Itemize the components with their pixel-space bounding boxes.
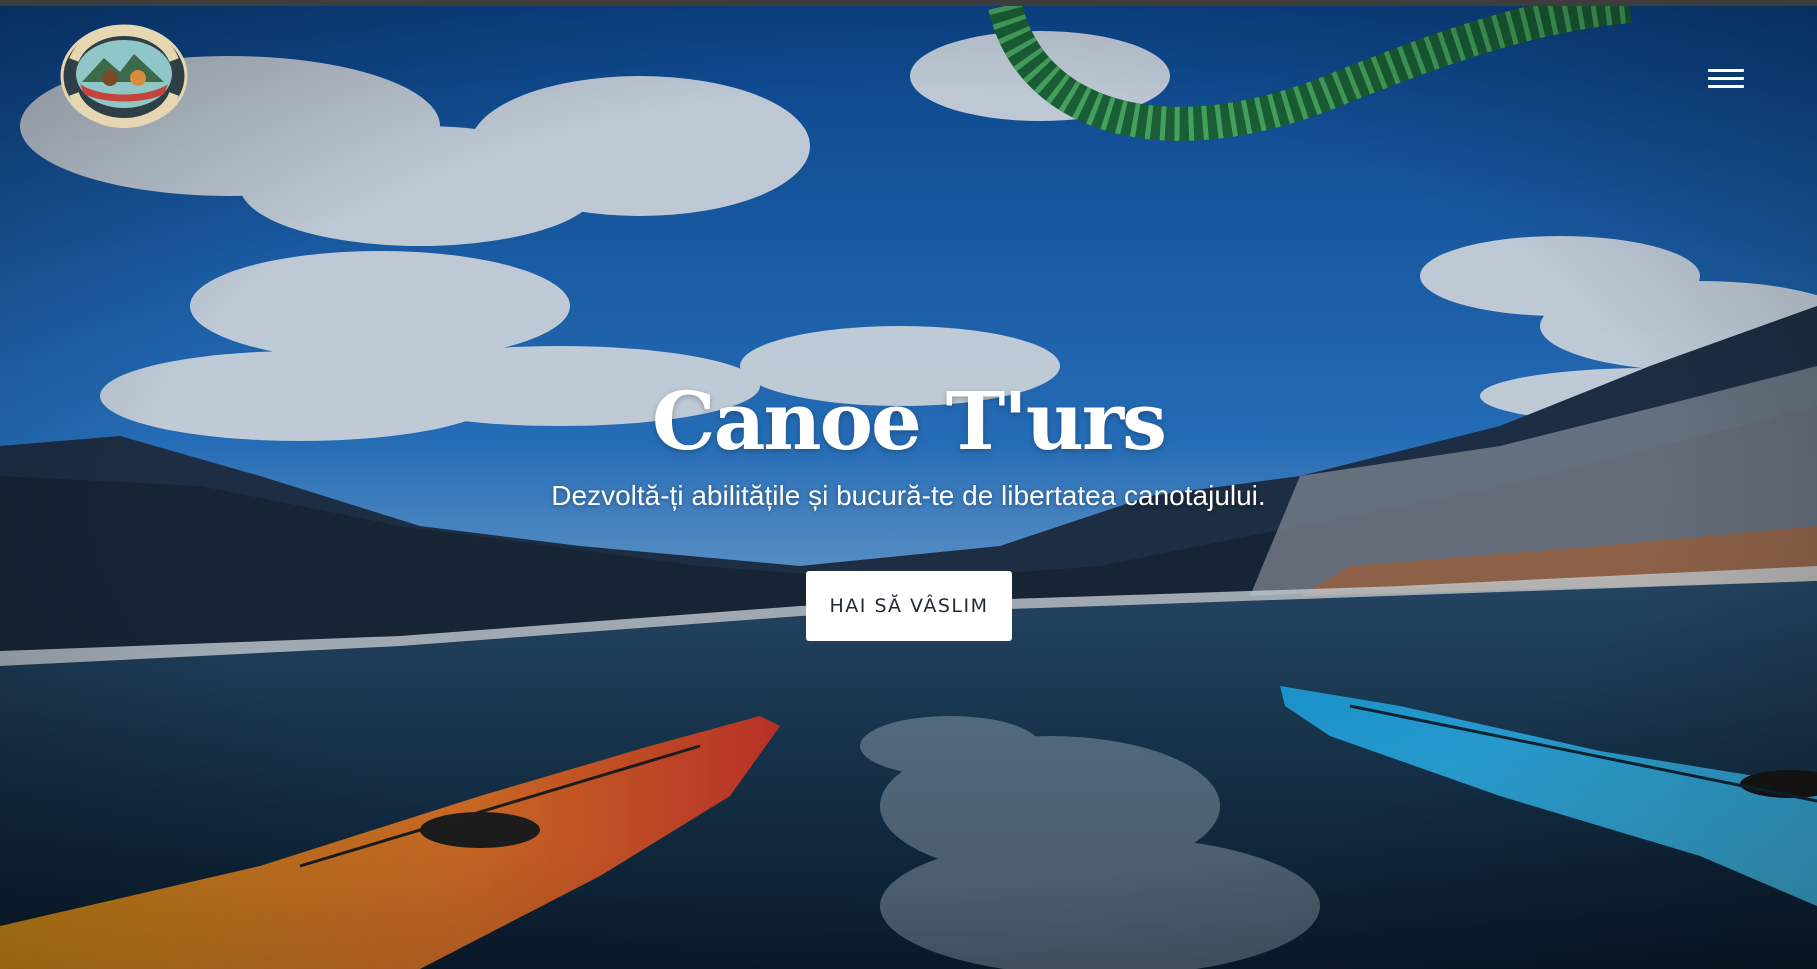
hero-subtitle: Dezvoltă-ți abilitățile și bucură-te de … bbox=[551, 480, 1266, 511]
hamburger-menu-icon-line bbox=[1708, 85, 1744, 88]
canoe-turs-logo[interactable] bbox=[60, 24, 188, 128]
page-title: Canoe T'urs bbox=[651, 374, 1167, 468]
hamburger-menu-icon-line bbox=[1708, 77, 1744, 80]
top-bar bbox=[0, 0, 1817, 6]
lets-paddle-button[interactable]: HAI SĂ VÂSLIM bbox=[806, 571, 1012, 641]
hero-section: Canoe T'urs Dezvoltă-ți abilitățile și b… bbox=[0, 6, 1817, 969]
hamburger-menu-icon bbox=[1708, 69, 1744, 72]
canoe-turs-logo-image bbox=[60, 24, 188, 128]
hamburger-menu-button[interactable] bbox=[1702, 64, 1744, 94]
